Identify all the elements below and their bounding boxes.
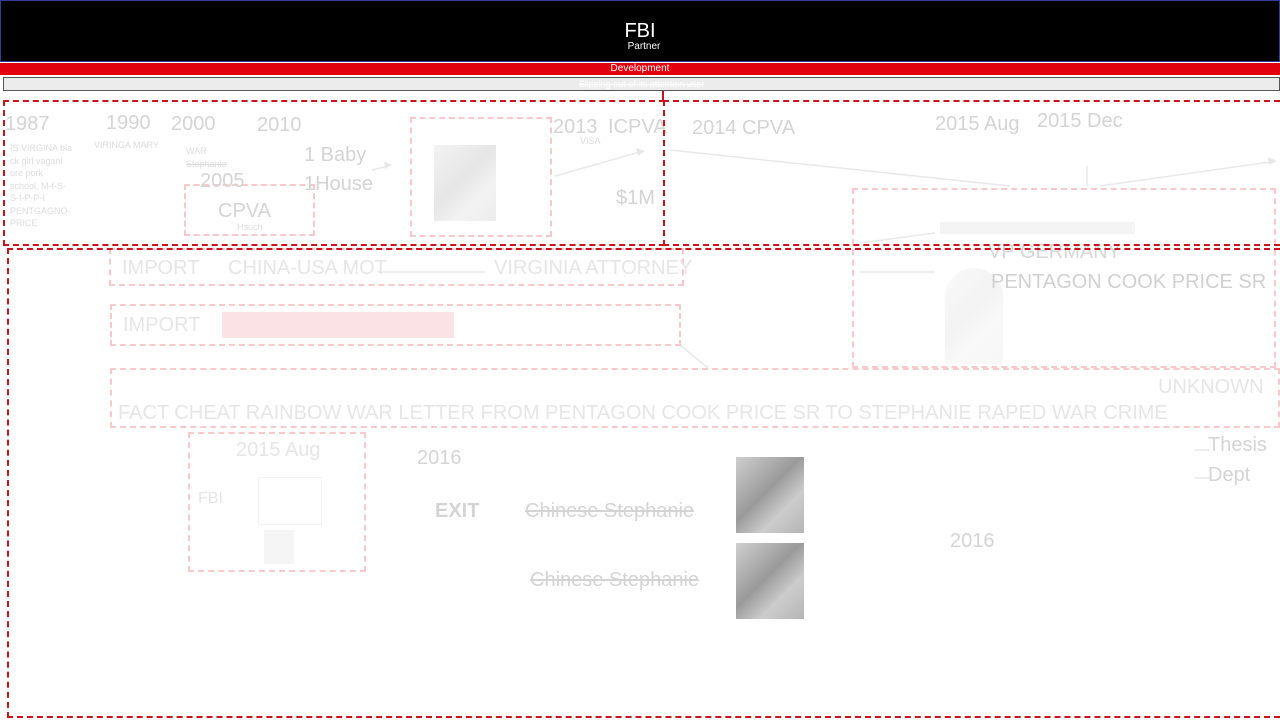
top-frame-right xyxy=(663,100,1280,246)
frame-connector xyxy=(662,91,664,101)
top-frame-left xyxy=(3,100,665,246)
bottom-frame xyxy=(7,248,1280,718)
top-frame-bottom xyxy=(3,244,665,246)
